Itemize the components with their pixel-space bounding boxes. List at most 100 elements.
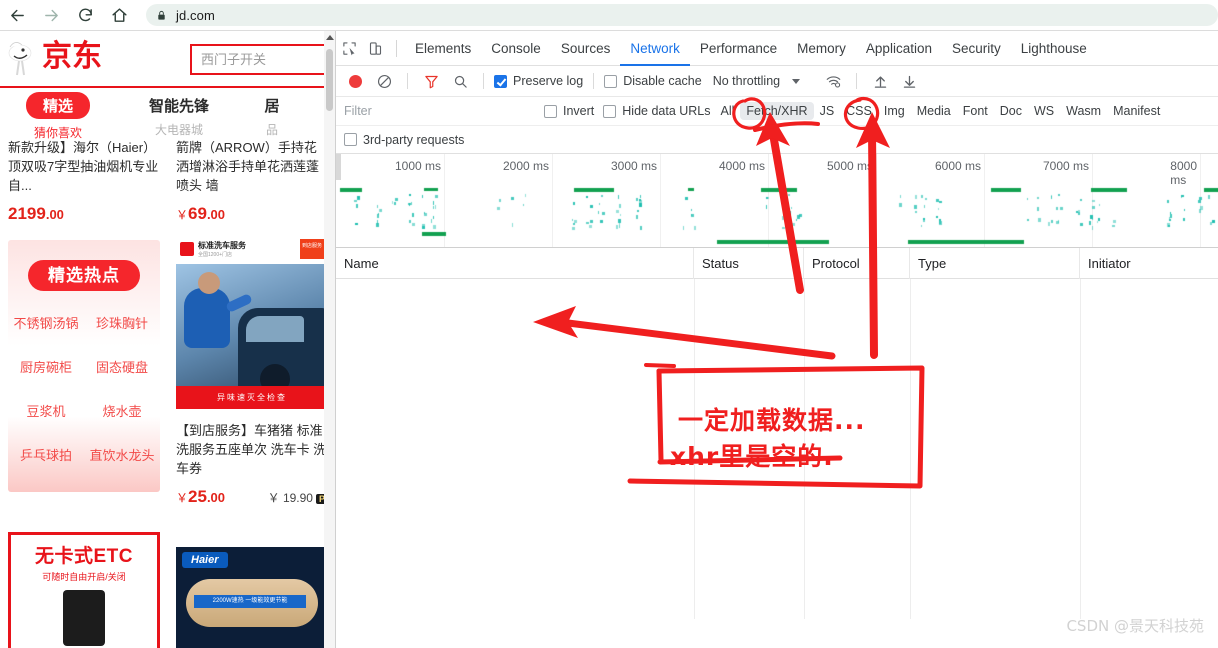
reload-icon	[78, 8, 92, 21]
tab-application[interactable]: Application	[856, 31, 942, 66]
reload-button[interactable]	[68, 0, 102, 31]
hot-link[interactable]: 珍珠胸针	[84, 313, 160, 332]
tab-network[interactable]: Network	[620, 31, 690, 66]
address-bar[interactable]: jd.com	[146, 4, 1218, 26]
nav-item-smart-label: 智能先锋	[148, 98, 209, 115]
hot-link[interactable]: 豆浆机	[8, 401, 84, 420]
inspect-element-button[interactable]	[336, 31, 362, 66]
tab-elements[interactable]: Elements	[405, 31, 481, 66]
clear-icon	[377, 74, 391, 88]
service-banner-title: 标准洗车服务	[198, 241, 246, 250]
column-header-initiator[interactable]: Initiator	[1080, 248, 1218, 279]
product-price-value: 69	[188, 204, 207, 223]
type-filter-js[interactable]: JS	[814, 102, 841, 120]
type-filter-ws[interactable]: WS	[1028, 102, 1060, 120]
filter-input[interactable]: Filter	[344, 104, 544, 118]
column-header-type[interactable]: Type	[910, 247, 1080, 279]
nav-item-smart[interactable]: 智能先锋 大电器城	[116, 92, 242, 138]
product-currency: ￥	[176, 208, 189, 222]
forward-button[interactable]	[34, 0, 68, 31]
hot-link[interactable]: 烧水壶	[84, 401, 160, 420]
scrollbar-thumb[interactable]	[326, 49, 333, 111]
hide-data-urls-checkbox[interactable]: Hide data URLs	[603, 104, 711, 118]
invert-label: Invert	[563, 104, 595, 118]
device-toolbar-button[interactable]	[362, 31, 388, 66]
product-column-left: 新款升级】海尔（Haier）顶双吸7字型抽油烟机专业自... 2199.00 精…	[0, 138, 168, 648]
search-button[interactable]	[447, 64, 473, 99]
type-filter-font[interactable]: Font	[957, 102, 994, 120]
search-icon	[454, 75, 467, 88]
product-title[interactable]: 新款升级】海尔（Haier）顶双吸7字型抽油烟机专业自...	[8, 138, 160, 195]
filter-funnel-icon	[424, 75, 438, 88]
lock-icon	[158, 10, 165, 20]
web-page-viewport: 京东 西门子开关 精选 猜你喜欢 智能先锋 大电器城 居 品 新款升级】海尔（H…	[0, 31, 336, 648]
preserve-log-checkbox[interactable]: Preserve log	[494, 74, 583, 88]
network-conditions-button[interactable]	[820, 64, 846, 99]
nav-item-home[interactable]: 居 品	[242, 92, 302, 138]
etc-promo-card[interactable]: 无卡式ETC 可随时自由开启/关闭 第二代ETC极速防屏蔽 热卖	[8, 532, 160, 648]
invert-checkbox[interactable]: Invert	[544, 104, 594, 118]
tab-security[interactable]: Security	[942, 31, 1011, 66]
disable-cache-box-icon	[604, 74, 618, 88]
export-har-button[interactable]	[896, 64, 922, 99]
preserve-log-label: Preserve log	[513, 74, 584, 88]
column-header-status[interactable]: Status	[694, 247, 804, 279]
type-filter-fetch-xhr[interactable]: Fetch/XHR	[740, 102, 814, 120]
hot-link[interactable]: 直饮水龙头	[84, 445, 160, 464]
tab-console[interactable]: Console	[481, 31, 551, 66]
overview-tick: 3000 ms	[610, 159, 657, 173]
product-price: ￥69.00	[176, 204, 328, 224]
tab-lighthouse[interactable]: Lighthouse	[1011, 31, 1097, 66]
inspect-element-icon	[342, 41, 356, 55]
record-button[interactable]	[342, 64, 368, 99]
product-title[interactable]: 箭牌（ARROW）手持花洒增淋浴手持单花洒莲蓬喷头 墙	[176, 138, 328, 195]
product-price: 2199.00	[8, 204, 160, 224]
type-filter-css[interactable]: CSS	[840, 102, 878, 120]
back-button[interactable]	[0, 0, 34, 31]
service-product-card[interactable]: 标准洗车服务 全国1200+门店 到店服务 异味速灭全检查 【到店服务】车猪猪 …	[176, 234, 328, 507]
home-button[interactable]	[102, 0, 136, 31]
scrollbar-up-arrow-icon[interactable]	[326, 35, 334, 40]
disable-cache-label: Disable cache	[623, 74, 702, 88]
tab-sources[interactable]: Sources	[551, 31, 621, 66]
type-filter-manifest[interactable]: Manifest	[1107, 102, 1166, 120]
page-scrollbar[interactable]	[324, 31, 335, 648]
toolbar-divider	[593, 73, 595, 89]
hot-link[interactable]: 固态硬盘	[84, 357, 160, 376]
tab-memory[interactable]: Memory	[787, 31, 856, 66]
jd-logo[interactable]: 京东	[6, 37, 102, 77]
haier-promo-card[interactable]: Haier 2200W速热 一级能效更节能 999	[176, 547, 328, 648]
hot-link[interactable]: 厨房碗柜	[8, 357, 84, 376]
hot-link[interactable]: 不锈钢汤锅	[8, 313, 84, 332]
import-har-button[interactable]	[867, 64, 893, 99]
type-filter-img[interactable]: Img	[878, 102, 911, 120]
hide-data-urls-label: Hide data URLs	[622, 104, 711, 118]
column-header-name[interactable]: Name	[336, 247, 694, 279]
overview-tick-labels: 1000 ms 2000 ms 3000 ms 4000 ms 5000 ms …	[336, 154, 1218, 187]
jd-search-input[interactable]: 西门子开关	[190, 44, 335, 75]
throttling-select[interactable]: No throttling	[713, 74, 780, 88]
clear-button[interactable]	[371, 64, 397, 99]
column-header-protocol[interactable]: Protocol	[804, 247, 910, 279]
filter-button[interactable]	[418, 64, 444, 99]
forward-arrow-icon	[44, 9, 58, 21]
nav-item-featured-label: 精选	[25, 92, 90, 119]
service-banner-sub: 全国1200+门店	[198, 252, 233, 258]
network-overview-timeline[interactable]: 1000 ms 2000 ms 3000 ms 4000 ms 5000 ms …	[336, 154, 1218, 248]
watermark: CSDN @景天科技苑	[1066, 617, 1204, 635]
type-filter-wasm[interactable]: Wasm	[1060, 102, 1107, 120]
toolbar-divider	[483, 73, 484, 89]
network-toolbar: Preserve log Disable cache No throttling	[336, 66, 1218, 97]
tab-performance[interactable]: Performance	[690, 31, 787, 66]
third-party-checkbox[interactable]: 3rd-party requests	[344, 133, 464, 147]
overview-tick: 5000 ms	[826, 159, 873, 173]
nav-item-smart-sub: 大电器城	[154, 123, 203, 137]
chevron-down-icon[interactable]	[792, 78, 801, 84]
hot-link[interactable]: 乒乓球拍	[8, 445, 84, 464]
service-price: ￥25.00	[176, 487, 225, 507]
type-filter-doc[interactable]: Doc	[994, 102, 1028, 120]
nav-item-featured[interactable]: 精选 猜你喜欢	[0, 92, 116, 140]
type-filter-media[interactable]: Media	[911, 102, 957, 120]
disable-cache-checkbox[interactable]: Disable cache	[604, 74, 702, 88]
type-filter-all[interactable]: All	[715, 102, 741, 120]
